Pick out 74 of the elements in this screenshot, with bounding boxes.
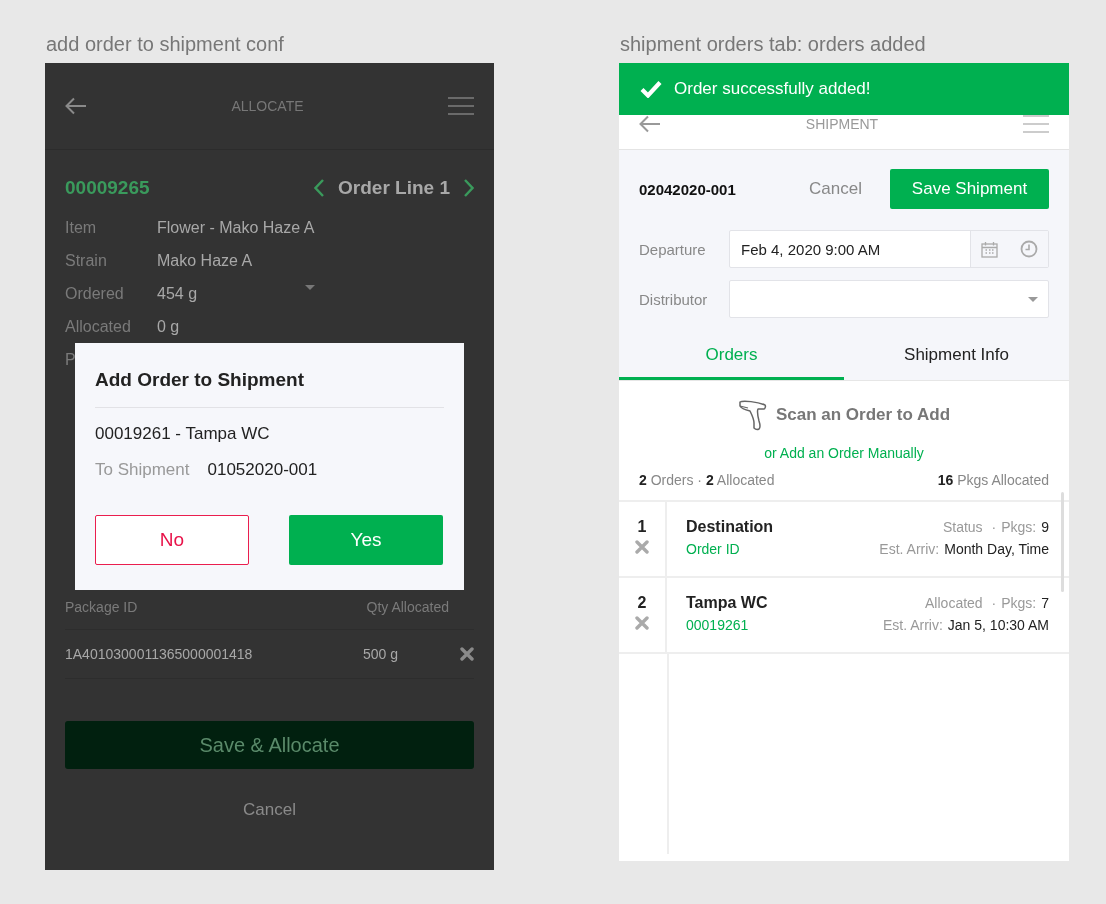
separator-dot: ·: [990, 519, 997, 535]
column-header: Qty Allocated: [366, 599, 449, 617]
detail-label: Allocated: [65, 317, 132, 337]
packages-label: Pkgs:: [1001, 595, 1037, 611]
detail-value: 454 g: [157, 284, 198, 304]
packages-count: 9: [1041, 519, 1049, 535]
calendar-icon[interactable]: [981, 240, 998, 258]
order-id-link[interactable]: 00019261: [686, 617, 768, 633]
tab[interactable]: Shipment Info: [844, 332, 1069, 380]
chevron-right-icon[interactable]: [464, 179, 474, 197]
detail-label: Strain: [65, 251, 108, 271]
panel-title: add order to shipment conf: [46, 33, 285, 56]
tab[interactable]: Orders: [619, 332, 844, 380]
back-arrow-icon[interactable]: [639, 115, 661, 133]
dropdown-caret-icon: [1028, 296, 1038, 302]
field-label: Departure: [639, 240, 707, 258]
order-number: 00009265: [65, 177, 150, 199]
dialog-title: Add Order to Shipment: [95, 369, 444, 408]
save-shipment-button[interactable]: Save Shipment: [890, 169, 1049, 209]
packages-count: 7: [1041, 595, 1049, 611]
order-status: Status: [942, 519, 983, 535]
scrollbar[interactable]: [1061, 492, 1064, 592]
cancel-button[interactable]: Cancel: [237, 799, 302, 821]
dropdown-caret-icon: [305, 285, 315, 290]
detail-label: Ordered: [65, 284, 125, 304]
detail-value: 0 g: [157, 317, 180, 337]
packages-summary: 16 Pkgs Allocated: [937, 472, 1049, 490]
order-id-link[interactable]: Order ID: [686, 541, 774, 557]
barcode-scanner-icon: [737, 399, 768, 431]
shipment-number: 02042020-001: [639, 180, 737, 198]
back-arrow-icon[interactable]: [65, 97, 87, 115]
row-number: 1: [637, 518, 647, 536]
order-status: Allocated: [925, 595, 983, 611]
packages-label: Pkgs:: [1001, 519, 1037, 535]
shipment-number: 01052020-001: [207, 460, 318, 480]
remove-icon[interactable]: [460, 647, 474, 661]
remove-icon[interactable]: [635, 616, 649, 630]
order-line-title: Order Line 1: [338, 177, 450, 199]
arrival-time: Month Day, Time: [944, 541, 1049, 557]
checkmark-icon: [640, 80, 662, 98]
panel-title: shipment orders tab: orders added: [620, 33, 927, 56]
package-id-cell-text: 1A4010300011365000001418: [65, 646, 254, 662]
order-name: 00019261 - Tampa WC: [95, 424, 271, 444]
field-label: Distributor: [639, 290, 709, 308]
detail-label: Item: [65, 218, 98, 238]
separator-dot: ·: [990, 595, 997, 611]
detail-value: Flower - Mako Haze A: [157, 218, 315, 238]
orders-summary: 2 Orders · 2 Allocated: [639, 472, 775, 490]
screen-title: SHIPMENT: [805, 116, 879, 132]
chevron-left-icon[interactable]: [314, 179, 325, 197]
add-manually-link[interactable]: or Add an Order Manually: [764, 445, 924, 461]
column-header: Package ID: [65, 599, 138, 617]
distributor-dropdown[interactable]: [729, 280, 1049, 318]
screen-title: ALLOCATE: [231, 98, 304, 114]
quantity-cell-text: 500 g: [363, 646, 400, 662]
destination-name: Tampa WC: [686, 594, 768, 612]
scan-prompt: Scan an Order to Add: [775, 405, 951, 425]
remove-icon[interactable]: [635, 540, 649, 554]
cancel-button[interactable]: Cancel: [809, 179, 862, 199]
arrival-time: Jan 5, 10:30 AM: [947, 617, 1049, 633]
clock-icon[interactable]: [1020, 240, 1038, 258]
detail-value: Mako Haze A: [157, 251, 253, 271]
decline-button[interactable]: No: [95, 515, 249, 565]
detail-label: P: [65, 350, 77, 370]
save-allocate-button[interactable]: Save & Allocate: [65, 721, 474, 769]
arrival-label: Est. Arriv:: [879, 541, 940, 557]
destination-name: Destination: [686, 518, 774, 536]
row-number: 2: [637, 594, 647, 612]
menu-icon[interactable]: [448, 96, 474, 116]
shipment-label: To Shipment: [95, 460, 190, 480]
arrival-label: Est. Arriv:: [882, 617, 943, 633]
toast-message: Order successfully added!: [674, 79, 871, 99]
confirm-button[interactable]: Yes: [289, 515, 443, 565]
departure-field[interactable]: Feb 4, 2020 9:00 AM: [729, 230, 1049, 268]
